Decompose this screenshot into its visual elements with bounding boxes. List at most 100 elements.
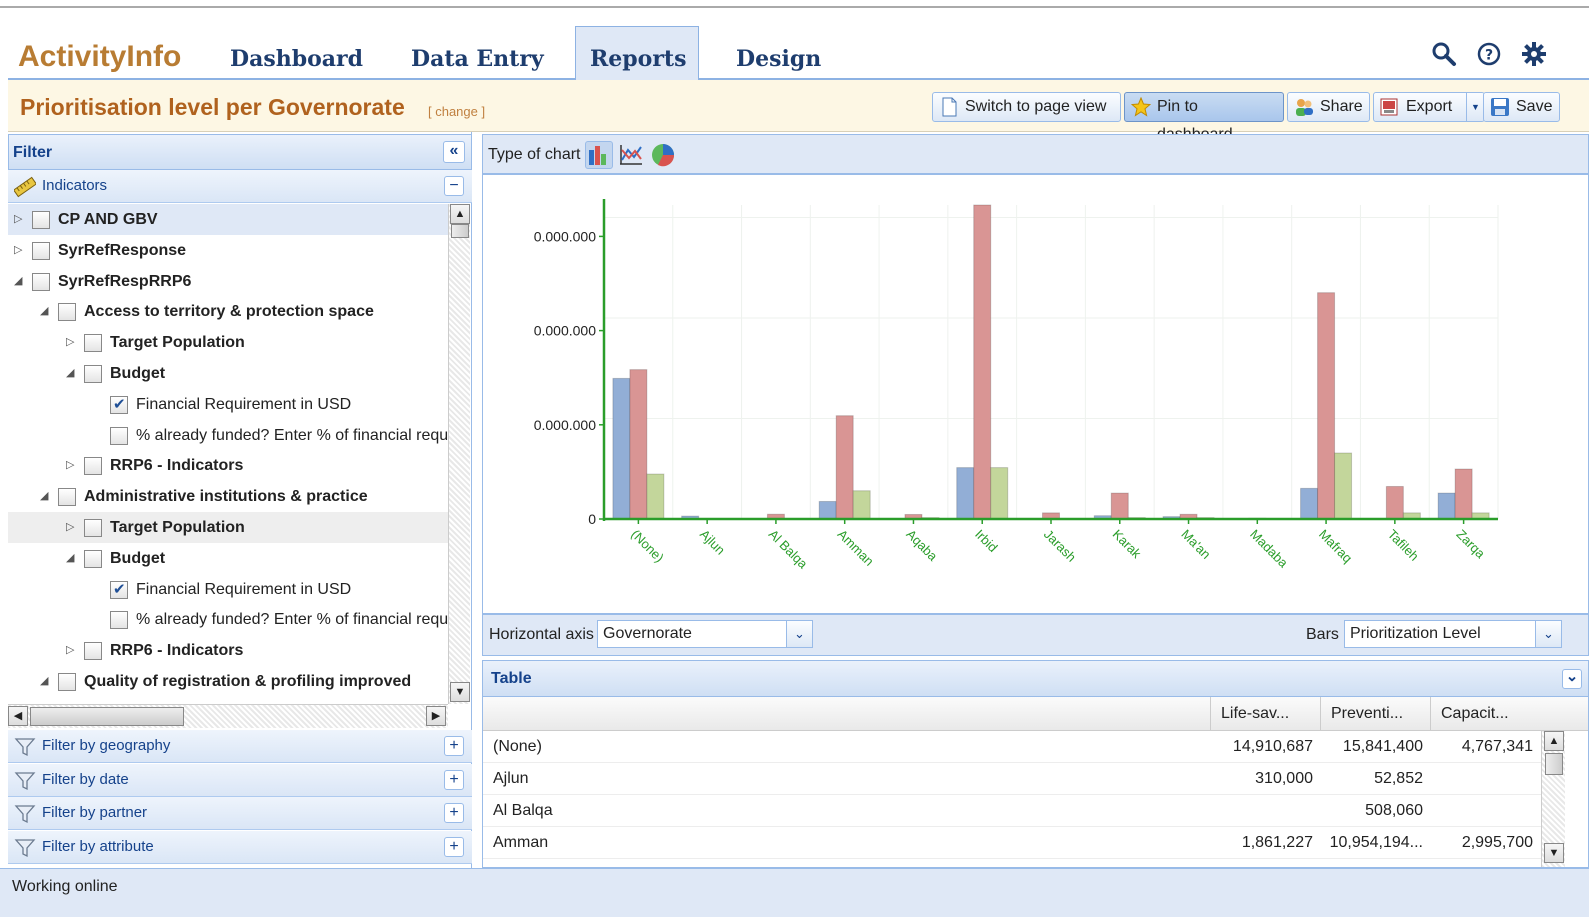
table-vertical-scrollbar[interactable]: ▲ ▼ <box>1541 731 1565 867</box>
tree-checkbox[interactable] <box>32 241 50 260</box>
tree-checkbox[interactable] <box>84 365 102 383</box>
tree-item[interactable]: % already funded? Enter % of financial r… <box>8 420 448 451</box>
tree-checkbox[interactable] <box>110 389 128 420</box>
save-button[interactable]: Save <box>1483 92 1560 122</box>
chart-bar <box>646 473 665 520</box>
line-chart-type-button[interactable] <box>617 141 645 169</box>
expand-arrow-icon[interactable]: ▷ <box>66 450 78 481</box>
filter-section-header[interactable]: Filter by attribute + <box>8 830 472 864</box>
filter-section-header[interactable]: Filter by date + <box>8 763 472 797</box>
share-button[interactable]: Share <box>1287 92 1370 122</box>
tree-checkbox[interactable] <box>58 488 76 507</box>
tree-item[interactable]: ▷ CP AND GBV <box>8 204 448 235</box>
tree-checkbox[interactable] <box>110 611 128 630</box>
tab-data-entry[interactable]: Data Entry <box>397 40 558 80</box>
tree-item[interactable]: % already funded? Enter % of financial r… <box>8 604 448 635</box>
tree-item[interactable]: ▷ RRP6 - Indicators <box>8 450 448 481</box>
tree-checkbox[interactable] <box>110 426 128 445</box>
tree-item[interactable]: ▷ RRP6 - Indicators <box>8 635 448 666</box>
tree-item-label: Budget <box>110 365 166 382</box>
tree-item[interactable]: ▷ Target Population <box>8 327 448 358</box>
expand-section-button[interactable]: + <box>444 803 464 823</box>
scroll-right-icon[interactable]: ▶ <box>426 706 446 726</box>
tree-item[interactable]: Financial Requirement in USD <box>8 389 448 420</box>
search-icon[interactable] <box>1430 40 1458 68</box>
tree-checkbox[interactable] <box>110 574 128 605</box>
tree-scroll-thumb[interactable] <box>451 224 469 238</box>
column-header-preventive[interactable]: Preventi... <box>1320 697 1430 731</box>
tree-checkbox[interactable] <box>32 211 50 229</box>
indicators-collapse-button[interactable]: − <box>444 176 464 196</box>
expand-arrow-icon[interactable]: ▷ <box>66 635 78 666</box>
table-row[interactable]: Ajlun 310,000 52,852 <box>483 763 1543 795</box>
tree-item[interactable]: ◢ Access to territory & protection space <box>8 296 448 327</box>
tree-hscroll-thumb[interactable] <box>30 707 184 726</box>
help-icon[interactable]: ? <box>1475 40 1503 68</box>
table-collapse-button[interactable]: ⌄ <box>1562 669 1582 689</box>
scroll-down-icon[interactable]: ▼ <box>450 682 470 702</box>
tree-checkbox[interactable] <box>84 642 102 661</box>
tree-horizontal-scrollbar[interactable]: ◀ ▶ <box>8 704 448 728</box>
tree-checkbox[interactable] <box>84 457 102 476</box>
tree-item[interactable]: ◢ SyrRefRespRRP6 <box>8 266 448 297</box>
tree-vertical-scrollbar[interactable]: ▲ ▼ <box>448 204 470 704</box>
tree-item[interactable]: Financial Requirement in USD <box>8 574 448 605</box>
pie-chart-type-button[interactable] <box>649 141 677 169</box>
expand-section-button[interactable]: + <box>444 836 464 857</box>
expand-arrow-icon[interactable]: ▷ <box>14 235 26 266</box>
tree-checkbox[interactable] <box>58 303 76 322</box>
export-dropdown-arrow-icon[interactable]: ▼ <box>1466 93 1484 121</box>
collapse-arrow-icon[interactable]: ◢ <box>66 543 78 574</box>
bar-chart-type-button[interactable] <box>585 141 613 169</box>
change-title-link[interactable]: [ change ] <box>428 104 485 119</box>
pin-to-dashboard-button[interactable]: Pin to dashboard <box>1124 92 1284 143</box>
scroll-down-icon[interactable]: ▼ <box>1544 843 1564 863</box>
expand-arrow-icon[interactable]: ▷ <box>14 204 26 235</box>
tree-item[interactable]: ◢ Budget <box>8 543 448 574</box>
collapse-arrow-icon[interactable]: ◢ <box>66 358 78 389</box>
tree-checkbox[interactable] <box>84 549 102 568</box>
table-row[interactable]: Al Balqa 508,060 <box>483 795 1543 827</box>
filter-section-header[interactable]: Filter by partner + <box>8 797 472 830</box>
tree-item[interactable]: ◢ Quality of registration & profiling imp… <box>8 666 448 697</box>
table-row[interactable]: Amman 1,861,227 10,954,194... 2,995,700 <box>483 827 1543 859</box>
tab-reports[interactable]: Reports <box>575 26 699 80</box>
scroll-up-icon[interactable]: ▲ <box>450 204 470 224</box>
tree-item[interactable]: ◢ Administrative institutions & practice <box>8 481 448 512</box>
expand-arrow-icon[interactable]: ▷ <box>66 512 78 543</box>
chevron-down-icon[interactable]: ⌄ <box>786 621 812 647</box>
collapse-arrow-icon[interactable]: ◢ <box>40 666 52 697</box>
switch-to-page-view-button[interactable]: Switch to page view <box>932 92 1121 122</box>
column-header-life-saving[interactable]: Life-sav... <box>1210 697 1320 731</box>
filter-section-header[interactable]: Filter by geography + <box>8 730 472 763</box>
app-logo[interactable]: ActivityInfo <box>18 40 181 74</box>
horizontal-axis-select[interactable]: Governorate ⌄ <box>597 620 813 648</box>
expand-section-button[interactable]: + <box>444 769 464 790</box>
gear-icon[interactable] <box>1520 40 1548 68</box>
column-header-capacity[interactable]: Capacit... <box>1430 697 1540 731</box>
tree-item[interactable]: ◢ Budget <box>8 358 448 389</box>
table-scroll-thumb[interactable] <box>1545 753 1563 775</box>
collapse-arrow-icon[interactable]: ◢ <box>14 266 26 297</box>
table-row[interactable]: (None) 14,910,687 15,841,400 4,767,341 <box>483 731 1543 763</box>
tree-item-label: Financial Requirement in USD <box>136 395 352 413</box>
tree-checkbox[interactable] <box>58 673 76 691</box>
bars-select[interactable]: Prioritization Level ⌄ <box>1344 620 1562 648</box>
scroll-left-icon[interactable]: ◀ <box>8 706 28 726</box>
tree-checkbox[interactable] <box>84 519 102 537</box>
tree-item[interactable]: ▷ Target Population <box>8 512 448 543</box>
tab-design[interactable]: Design <box>722 40 835 80</box>
collapse-filter-button[interactable]: « <box>443 141 465 163</box>
scroll-up-icon[interactable]: ▲ <box>1544 731 1564 751</box>
tree-checkbox[interactable] <box>32 272 50 291</box>
collapse-arrow-icon[interactable]: ◢ <box>40 296 52 327</box>
tab-dashboard[interactable]: Dashboard <box>216 40 377 80</box>
export-button[interactable]: Export ▼ <box>1373 92 1485 122</box>
tree-item[interactable]: ▷ SyrRefResponse <box>8 235 448 266</box>
expand-section-button[interactable]: + <box>444 736 464 756</box>
chevron-down-icon[interactable]: ⌄ <box>1535 621 1561 647</box>
collapse-arrow-icon[interactable]: ◢ <box>40 481 52 512</box>
expand-arrow-icon[interactable]: ▷ <box>66 327 78 358</box>
indicators-section-header[interactable]: Indicators − <box>8 170 472 203</box>
tree-checkbox[interactable] <box>84 334 102 353</box>
